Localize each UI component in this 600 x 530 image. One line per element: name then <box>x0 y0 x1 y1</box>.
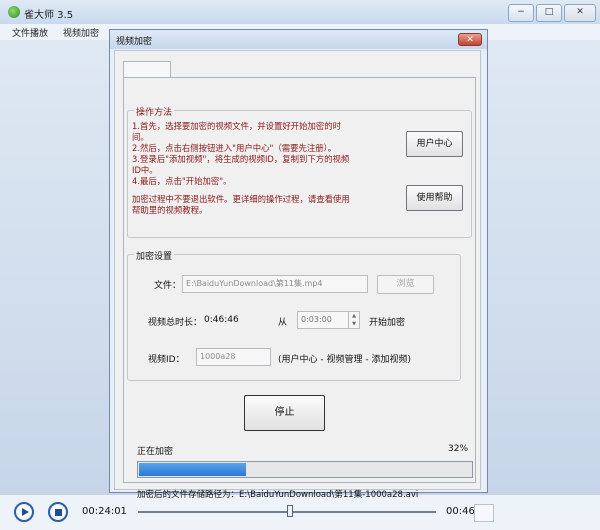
status-text: 正在加密 <box>137 447 174 457</box>
encrypt-settings-group: 加密设置 文件： E:\BaiduYunDownload\第11集.mp4 浏览… <box>127 249 461 381</box>
dialog-titlebar: 视频加密 ✕ <box>110 30 487 49</box>
instruction-line: 间。 <box>132 132 149 142</box>
instruction-line: 2.然后，点击右侧按钮进入"用户中心"（需要先注册）。 <box>132 143 337 153</box>
start-encrypt-label: 开始加密 <box>369 318 406 328</box>
dialog-title: 视频加密 <box>116 37 153 47</box>
window-controls: − □ ✕ <box>508 4 596 22</box>
seek-thumb[interactable] <box>286 505 293 517</box>
file-label: 文件： <box>154 281 182 291</box>
file-path-field[interactable]: E:\BaiduYunDownload\第11集.mp4 <box>182 275 368 293</box>
duration-value: 0:46:46 <box>204 315 239 325</box>
start-time-value: 0:03:00 <box>301 315 332 324</box>
progress-bar-fill <box>139 463 246 476</box>
instruction-line: 1.首先，选择要加密的视频文件，并设置好开始加密的时 <box>132 121 341 131</box>
watermark-logo-icon <box>474 504 494 522</box>
stop-icon <box>54 508 62 516</box>
progress-percent: 32% <box>448 444 469 454</box>
dialog-body: 操作方法 1.首先，选择要加密的视频文件，并设置好开始加密的时 间。 2.然后，点击… <box>114 50 481 500</box>
total-time: 00:46 <box>446 506 475 517</box>
tab-main[interactable] <box>123 61 171 78</box>
instruction-line: 帮助里的视频教程。 <box>132 205 208 215</box>
minimize-button[interactable]: − <box>508 4 534 22</box>
start-time-stepper[interactable]: 0:03:00 ▲ ▼ <box>297 311 360 329</box>
play-icon <box>22 508 29 516</box>
how-to-group: 操作方法 1.首先，选择要加密的视频文件，并设置好开始加密的时 间。 2.然后，点击… <box>127 105 472 238</box>
output-label: 加密后的文件存储路径为： <box>137 490 240 500</box>
current-time: 00:24:01 <box>82 506 127 517</box>
video-encrypt-dialog: 视频加密 ✕ 操作方法 1.首先，选择要加密的视频文件，并设置好开始加密的时 间。… <box>109 29 488 500</box>
main-titlebar: 雀大师 3.5 − □ ✕ <box>0 0 600 25</box>
instruction-line: 4.最后，点击"开始加密"。 <box>132 176 232 186</box>
app-logo-icon <box>8 6 20 18</box>
video-id-hint: (用户中心 - 视频管理 - 添加视频) <box>278 355 411 365</box>
progress-bar <box>137 461 473 478</box>
instruction-line: ID中。 <box>132 165 158 175</box>
instruction-line <box>132 187 400 194</box>
settings-title: 加密设置 <box>134 249 175 262</box>
menu-file-play[interactable]: 文件播放 <box>12 26 48 39</box>
dialog-close-button[interactable]: ✕ <box>458 33 482 46</box>
instruction-line: 加密过程中不要退出软件。更详细的操作过程，请查看使用 <box>132 194 350 204</box>
play-button[interactable] <box>14 502 34 522</box>
duration-label: 视频总时长： <box>148 318 203 328</box>
close-button[interactable]: ✕ <box>564 4 596 22</box>
how-to-title: 操作方法 <box>134 105 175 118</box>
output-path-label: 加密后的文件存储路径为：E:\BaiduYunDownload\第11集-100… <box>137 488 418 500</box>
browse-button[interactable]: 浏览 <box>377 275 434 294</box>
tab-panel: 操作方法 1.首先，选择要加密的视频文件，并设置好开始加密的时 间。 2.然后，点击… <box>123 77 476 500</box>
user-center-button[interactable]: 用户中心 <box>406 131 463 157</box>
stop-button[interactable]: 停止 <box>244 395 325 431</box>
menu-video-encrypt[interactable]: 视频加密 <box>63 26 99 39</box>
instruction-line: 3.登录后"添加视频"，将生成的视频ID，复制到下方的视频 <box>132 154 350 164</box>
video-id-label: 视频ID： <box>148 355 185 365</box>
from-label: 从 <box>278 318 288 328</box>
instructions-text: 1.首先，选择要加密的视频文件，并设置好开始加密的时 间。 2.然后，点击右侧按钮进… <box>132 121 400 216</box>
output-path: E:\BaiduYunDownload\第11集-1000a28.avi <box>239 490 419 500</box>
video-id-field[interactable]: 1000a28 <box>196 348 271 366</box>
watermark <box>474 500 594 524</box>
help-button[interactable]: 使用帮助 <box>406 185 463 211</box>
main-window-title: 雀大师 3.5 <box>24 10 74 21</box>
maximize-button[interactable]: □ <box>536 4 562 22</box>
stop-playback-button[interactable] <box>48 502 68 522</box>
spin-arrows-icon[interactable]: ▲ ▼ <box>348 312 359 328</box>
